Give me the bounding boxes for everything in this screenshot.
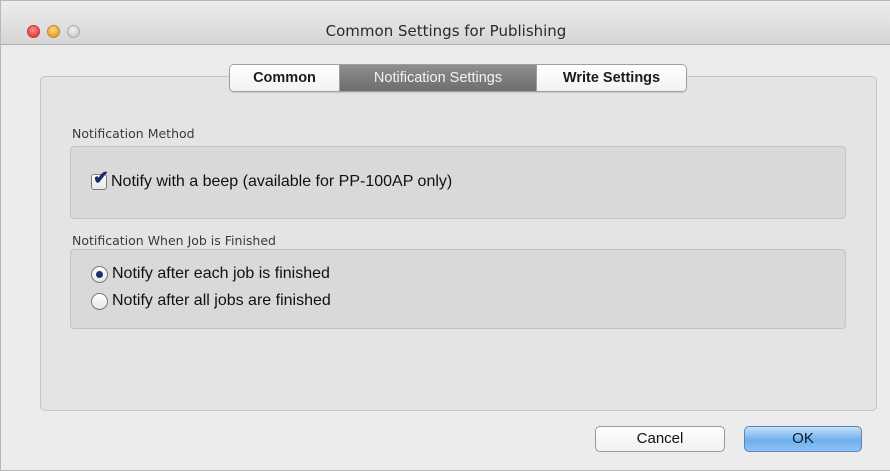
- radio-all-jobs-label[interactable]: Notify after all jobs are finished: [112, 292, 331, 310]
- beep-checkbox-label[interactable]: Notify with a beep (available for PP-100…: [111, 173, 452, 191]
- beep-checkbox-row[interactable]: ✔ Notify with a beep (available for PP-1…: [91, 169, 452, 191]
- radio-option-each-job[interactable]: Notify after each job is finished: [91, 265, 330, 283]
- job-finished-label: Notification When Job is Finished: [72, 233, 276, 248]
- radio-each-job[interactable]: [91, 265, 108, 283]
- radio-option-all-jobs[interactable]: Notify after all jobs are finished: [91, 292, 331, 310]
- tab-write-settings[interactable]: Write Settings: [536, 65, 686, 91]
- job-finished-group: [70, 249, 846, 329]
- cancel-button[interactable]: Cancel: [595, 426, 725, 452]
- settings-dialog: Common Settings for Publishing Common No…: [0, 0, 890, 471]
- tab-bar: Common Notification Settings Write Setti…: [229, 64, 687, 92]
- tab-common[interactable]: Common: [230, 65, 339, 91]
- tab-notification-settings[interactable]: Notification Settings: [339, 65, 536, 91]
- window-title: Common Settings for Publishing: [325, 22, 567, 40]
- notification-method-label: Notification Method: [72, 126, 195, 141]
- checkmark-icon: ✔: [93, 168, 109, 189]
- beep-checkbox[interactable]: ✔: [91, 169, 109, 190]
- radio-each-job-label[interactable]: Notify after each job is finished: [112, 265, 330, 283]
- title-bar[interactable]: Common Settings for Publishing: [1, 1, 890, 45]
- ok-button[interactable]: OK: [744, 426, 862, 452]
- radio-all-jobs[interactable]: [91, 292, 108, 310]
